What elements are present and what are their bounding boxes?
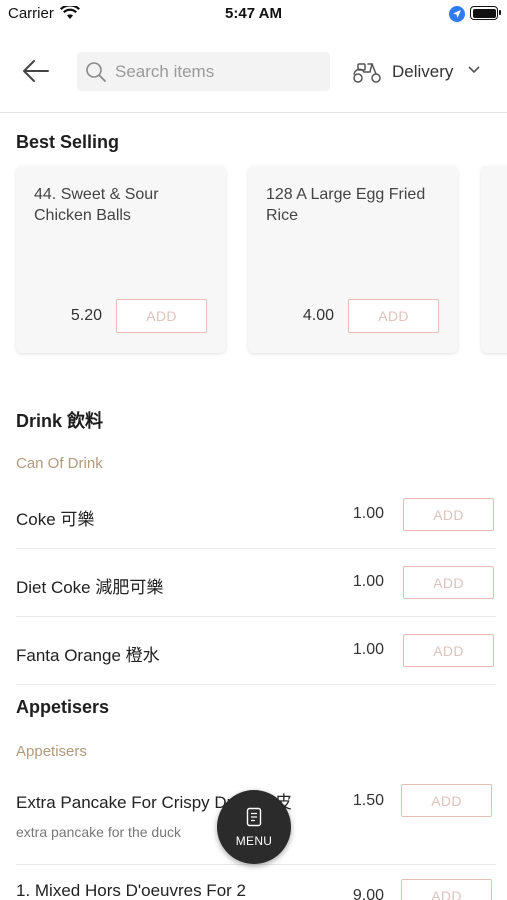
add-button[interactable]: ADD — [403, 634, 494, 667]
add-button[interactable]: ADD — [403, 566, 494, 599]
search-bar[interactable] — [77, 52, 330, 91]
menu-item-row[interactable]: Fanta Orange 橙水 1.00 ADD — [16, 617, 496, 685]
battery-icon — [470, 6, 501, 20]
item-price: 9.00 — [352, 887, 384, 900]
scooter-icon — [353, 63, 381, 83]
item-description: extra pancake for the duck — [16, 824, 181, 840]
item-name: Diet Coke 減肥可樂 — [16, 578, 164, 597]
add-button[interactable]: ADD — [403, 498, 494, 531]
subcategory-title: Appetisers — [16, 743, 87, 760]
search-input[interactable] — [115, 52, 320, 91]
category-title: Appetisers — [16, 697, 110, 717]
add-button[interactable]: ADD — [401, 784, 492, 817]
category-title: Drink 飲料 — [16, 411, 104, 431]
add-button[interactable]: ADD — [348, 299, 439, 333]
item-name: 1. Mixed Hors D'oeuvres For 2 — [16, 881, 246, 900]
menu-button-label: MENU — [235, 834, 273, 848]
header: Delivery — [0, 30, 507, 113]
add-button[interactable]: ADD — [116, 299, 207, 333]
back-arrow-icon[interactable] — [20, 56, 52, 86]
add-button[interactable]: ADD — [401, 879, 492, 900]
menu-book-icon — [246, 807, 262, 827]
status-bar: Carrier 5:47 AM — [0, 0, 507, 30]
chevron-down-icon — [468, 66, 480, 74]
delivery-mode-selector[interactable]: Delivery — [352, 58, 492, 86]
location-arrow-icon — [449, 6, 465, 22]
menu-item-row[interactable]: Diet Coke 減肥可樂 1.00 ADD — [16, 549, 496, 617]
best-selling-card-partial[interactable] — [481, 166, 507, 353]
search-icon — [86, 62, 106, 82]
menu-item-row[interactable]: Coke 可樂 1.00 ADD — [16, 481, 496, 549]
best-selling-title: Best Selling — [16, 132, 120, 152]
item-price: 1.00 — [352, 505, 384, 522]
subcategory-title: Can Of Drink — [16, 455, 103, 472]
menu-button[interactable]: MENU — [217, 790, 291, 864]
clock: 5:47 AM — [225, 5, 282, 22]
card-item-price: 4.00 — [302, 307, 334, 324]
item-price: 1.50 — [352, 792, 384, 809]
best-selling-card[interactable]: 44. Sweet & Sour Chicken Balls 5.20 ADD — [16, 166, 226, 353]
item-price: 1.00 — [352, 641, 384, 658]
item-price: 1.00 — [352, 573, 384, 590]
card-item-name: 128 A Large Egg Fried Rice — [266, 186, 426, 224]
item-name: Fanta Orange 橙水 — [16, 646, 160, 665]
menu-item-row[interactable]: 1. Mixed Hors D'oeuvres For 2 9.00 ADD — [16, 865, 496, 900]
item-name: Coke 可樂 — [16, 510, 95, 529]
best-selling-card[interactable]: 128 A Large Egg Fried Rice 4.00 ADD — [248, 166, 458, 353]
card-item-price: 5.20 — [70, 307, 102, 324]
delivery-label: Delivery — [392, 62, 454, 81]
card-item-name: 44. Sweet & Sour Chicken Balls — [34, 186, 159, 224]
